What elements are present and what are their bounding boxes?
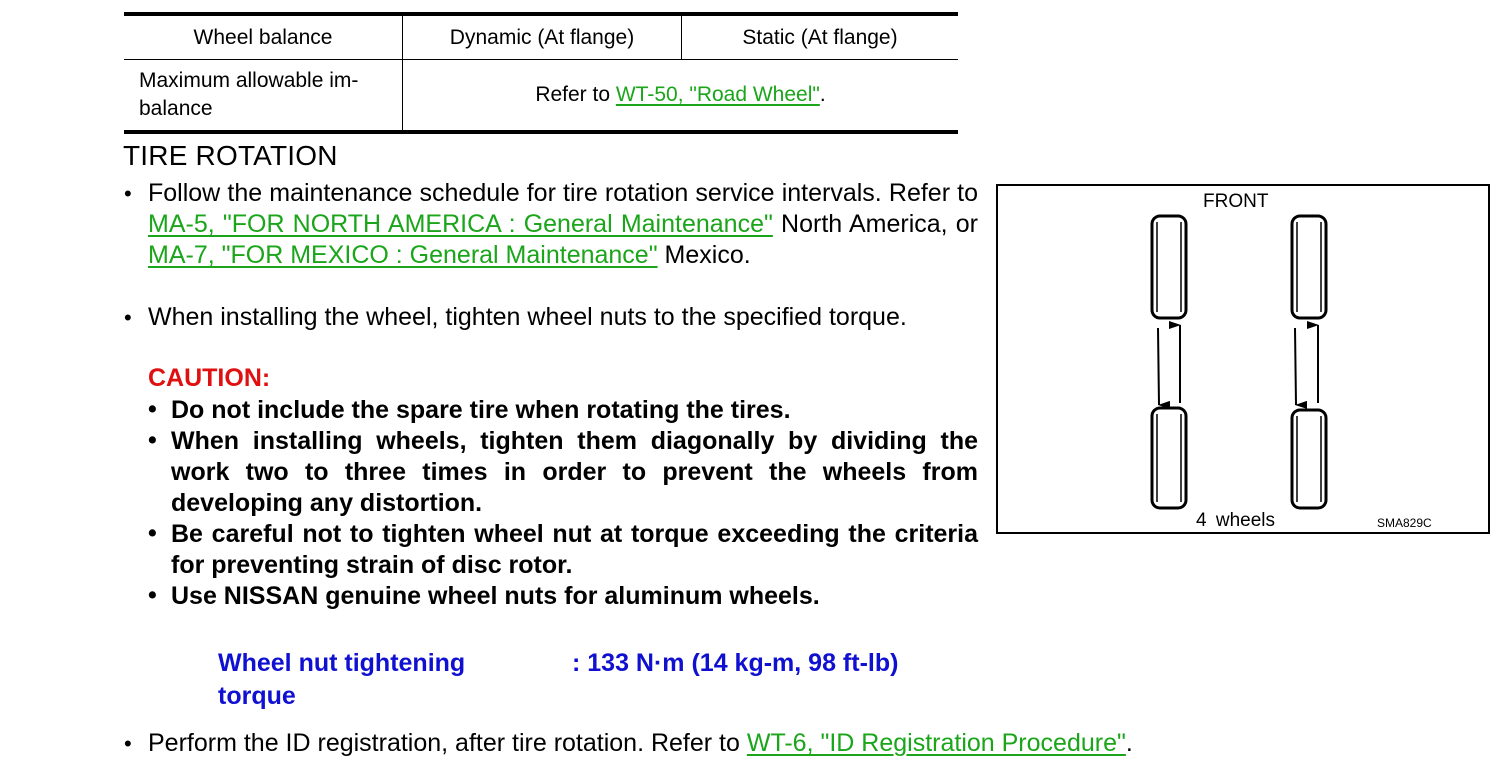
link-wt-50-road-wheel[interactable]: WT-50, "Road Wheel" xyxy=(616,83,820,106)
torque-label-line1: Wheel nut tightening xyxy=(218,649,466,677)
link-wt-6-id-registration[interactable]: WT-6, "ID Registration Procedure" xyxy=(747,729,1126,757)
arrow-down-right-icon xyxy=(1294,327,1308,409)
arrow-down-left-icon xyxy=(1157,327,1171,409)
caution-bullet-icon: • xyxy=(148,581,157,609)
refer-suffix: . xyxy=(819,83,826,106)
table-row-value: Refer to WT-50, "Road Wheel". xyxy=(402,59,958,134)
tire-front-left-icon xyxy=(1150,214,1188,320)
section-title: TIRE ROTATION xyxy=(123,140,338,171)
caution-item: When installing wheels, tighten them dia… xyxy=(171,427,978,517)
torque-spec-label: Wheel nut tightening torque xyxy=(218,647,465,713)
caution-item: Do not include the spare tire when rotat… xyxy=(171,396,791,424)
bullet-icon: • xyxy=(124,181,132,206)
bullet-maintenance-schedule: Follow the maintenance schedule for tire… xyxy=(148,178,978,271)
bullet-text: Follow the maintenance schedule for tire… xyxy=(148,179,882,207)
bullet-suffix: . xyxy=(1125,729,1133,757)
table-header-cell: Static (At flange) xyxy=(681,12,958,60)
refer-prefix: Refer to xyxy=(535,83,616,106)
figure-code: SMA829C xyxy=(1377,516,1432,530)
caution-item: Be careful not to tighten wheel nut at t… xyxy=(171,520,978,579)
end-text: Mexico. xyxy=(664,241,751,269)
bullet-text: Perform the ID registration, after tire … xyxy=(148,729,747,757)
caution-bullet-icon: • xyxy=(148,395,157,423)
table-header-row: Wheel balance Dynamic (At flange) Static… xyxy=(124,12,958,60)
table-row: Maximum allowable im- balance Refer to W… xyxy=(124,59,958,134)
tire-rotation-diagram xyxy=(1150,214,1328,510)
bullet-icon: • xyxy=(124,305,132,330)
tire-rear-left-icon xyxy=(1150,406,1188,510)
caution-item: Use NISSAN genuine wheel nuts for alumin… xyxy=(171,582,820,610)
caution-bullet-icon: • xyxy=(148,426,157,454)
torque-label-line2: torque xyxy=(218,682,296,710)
refer-text: Refer to xyxy=(888,179,978,207)
caution-label: CAUTION: xyxy=(148,364,271,392)
link-ma-7-mexico[interactable]: MA-7, "FOR MEXICO : General Maintenance" xyxy=(148,241,658,269)
bullet-icon: • xyxy=(124,731,132,756)
bullet-id-registration: Perform the ID registration, after tire … xyxy=(148,728,1133,759)
wheel-balance-table: Wheel balance Dynamic (At flange) Static… xyxy=(124,12,958,134)
figure-caption: 4 wheels xyxy=(1196,510,1275,531)
row-label-line2: balance xyxy=(139,97,213,120)
bullet-install-wheel: When installing the wheel, tighten wheel… xyxy=(148,303,907,331)
table-row-label: Maximum allowable im- balance xyxy=(124,59,403,134)
tire-rear-right-icon xyxy=(1290,408,1328,510)
torque-spec-value: : 133 N·m (14 kg-m, 98 ft-lb) xyxy=(572,649,899,677)
link-ma-5-north-america[interactable]: MA-5, "FOR NORTH AMERICA : General Maint… xyxy=(148,210,773,238)
tire-front-right-icon xyxy=(1290,214,1328,320)
caution-bullet-icon: • xyxy=(148,519,157,547)
row-label-line1: Maximum allowable im- xyxy=(139,69,359,92)
mid-text: North America, or xyxy=(781,210,979,238)
table-header-cell: Wheel balance xyxy=(124,12,403,60)
table-header-cell: Dynamic (At flange) xyxy=(402,12,682,60)
